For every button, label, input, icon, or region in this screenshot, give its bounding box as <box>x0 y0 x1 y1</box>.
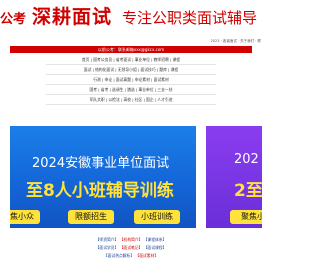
banner-side-title: 202 <box>234 152 259 167</box>
banner-pill-focus[interactable]: 焦小众 <box>10 210 40 224</box>
nav-row-1[interactable]: 首页 | 国考公务员 | 省考面试 | 事业单位 | 教师招聘 | 课程 <box>46 55 216 65</box>
banner-side-subtitle: 2至 <box>234 181 262 201</box>
banner-pill-small-class[interactable]: 小班训练 <box>134 210 180 224</box>
banner-pill-limited[interactable]: 限额招生 <box>68 210 114 224</box>
nav-row-2[interactable]: 面试 | 结构化面试 | 无领导小组 | 面试技巧 | 题库 | 课程 <box>46 65 216 75</box>
footer-link-hot-topics[interactable]: 【面试热点解析】 <box>104 253 134 258</box>
footer-row-1: 【师资简介】 【机构简介】 【课程体系】 <box>0 236 262 244</box>
banner-title: 2024安徽事业单位面试 <box>32 156 170 171</box>
promo-banner-side[interactable]: 202 2至 聚焦小 <box>206 126 262 228</box>
logo-small-text: 公考 <box>0 12 27 27</box>
footer-link-about[interactable]: 【机构简介】 <box>120 237 143 242</box>
site-slogan: 专注公职类面试辅导 <box>122 9 258 27</box>
footer-link-notes[interactable]: 【面试笔记】 <box>120 245 143 250</box>
nav-link-table: 首页 | 国考公务员 | 省考面试 | 事业单位 | 教师招聘 | 课程 面试 … <box>46 55 216 105</box>
banner-side-pill[interactable]: 聚焦小 <box>230 210 262 224</box>
site-logo[interactable]: 公考 深耕面试 专注公职类面试辅导 <box>0 2 257 35</box>
footer-link-courses[interactable]: 【课程体系】 <box>144 237 167 242</box>
footer-link-materials[interactable]: 【面试素材】 <box>135 253 158 258</box>
footer-link-students[interactable]: 【面试学员】 <box>96 245 119 250</box>
nav-row-5[interactable]: 军队文职 | 公检法 | 高校 | 社区 | 国企 | 人才引进 <box>46 95 216 105</box>
nav-row-3[interactable]: 行测 | 申论 | 面试真题 | 申论素材 | 面试素材 <box>46 75 216 85</box>
contact-bar: 以前公考：联系邮箱xxx@gkcx.com <box>10 46 252 53</box>
banner-gap <box>196 126 206 228</box>
footer-row-2: 【面试学员】 【面试笔记】 【面试课程】 <box>0 244 262 252</box>
promo-banner-main[interactable]: 2024安徽事业单位面试 至8人小班辅导训练 焦小众 限额招生 小班训练 <box>10 126 196 228</box>
footer-link-interview-courses[interactable]: 【面试课程】 <box>144 245 167 250</box>
footer-row-3: 【面试热点解析】 【面试素材】 <box>0 252 262 260</box>
logo-brand-text: 深耕面试 <box>32 6 113 28</box>
footer-link-teachers[interactable]: 【师资简介】 <box>96 237 119 242</box>
nav-row-4[interactable]: 国考 | 省考 | 选调生 | 遴选 | 事业单位 | 三支一扶 <box>46 85 216 95</box>
banner-subtitle: 至8人小班辅导训练 <box>26 181 174 201</box>
site-header: 公考 深耕面试 专注公职类面试辅导 <box>0 0 262 38</box>
top-utility-links[interactable]: 2023 · 各省面试 · 关于我们 · 联 <box>211 39 261 44</box>
footer-links: 【师资简介】 【机构简介】 【课程体系】 【面试学员】 【面试笔记】 【面试课程… <box>0 236 262 260</box>
